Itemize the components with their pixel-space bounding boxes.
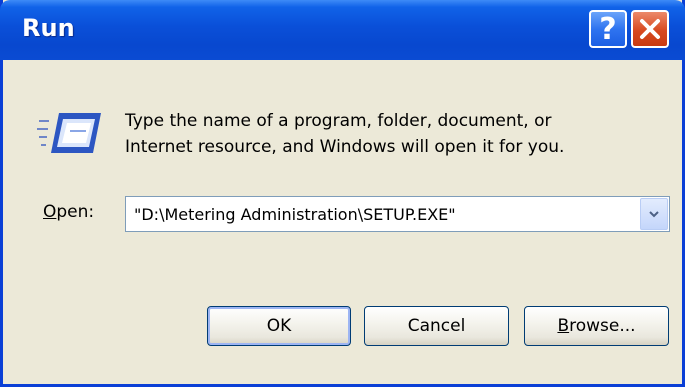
run-program-icon [37, 113, 101, 153]
open-label-accelerator: O [43, 202, 57, 222]
chevron-down-icon [649, 211, 659, 218]
open-combobox[interactable] [125, 196, 670, 232]
close-x-icon [640, 19, 660, 39]
instruction-text: Type the name of a program, folder, docu… [125, 108, 665, 160]
browse-accelerator: B [557, 316, 570, 336]
open-input[interactable] [134, 197, 624, 231]
open-label-text: pen: [56, 202, 95, 222]
cancel-button[interactable]: Cancel [364, 306, 509, 346]
browse-label: rowse... [569, 316, 636, 336]
help-question-icon: ? [599, 11, 617, 47]
open-dropdown-button[interactable] [640, 198, 668, 230]
help-button[interactable]: ? [589, 10, 627, 48]
browse-button[interactable]: Browse... [524, 306, 669, 346]
run-dialog: Run ? Type the name of a program, folder… [0, 0, 685, 387]
open-label: Open: [43, 202, 94, 222]
title-bar[interactable]: Run ? [0, 0, 685, 60]
instruction-line-2: Internet resource, and Windows will open… [125, 137, 565, 157]
close-button[interactable] [631, 10, 669, 48]
instruction-line-1: Type the name of a program, folder, docu… [125, 111, 552, 131]
window-title: Run [22, 14, 75, 42]
ok-button[interactable]: OK [207, 306, 351, 346]
